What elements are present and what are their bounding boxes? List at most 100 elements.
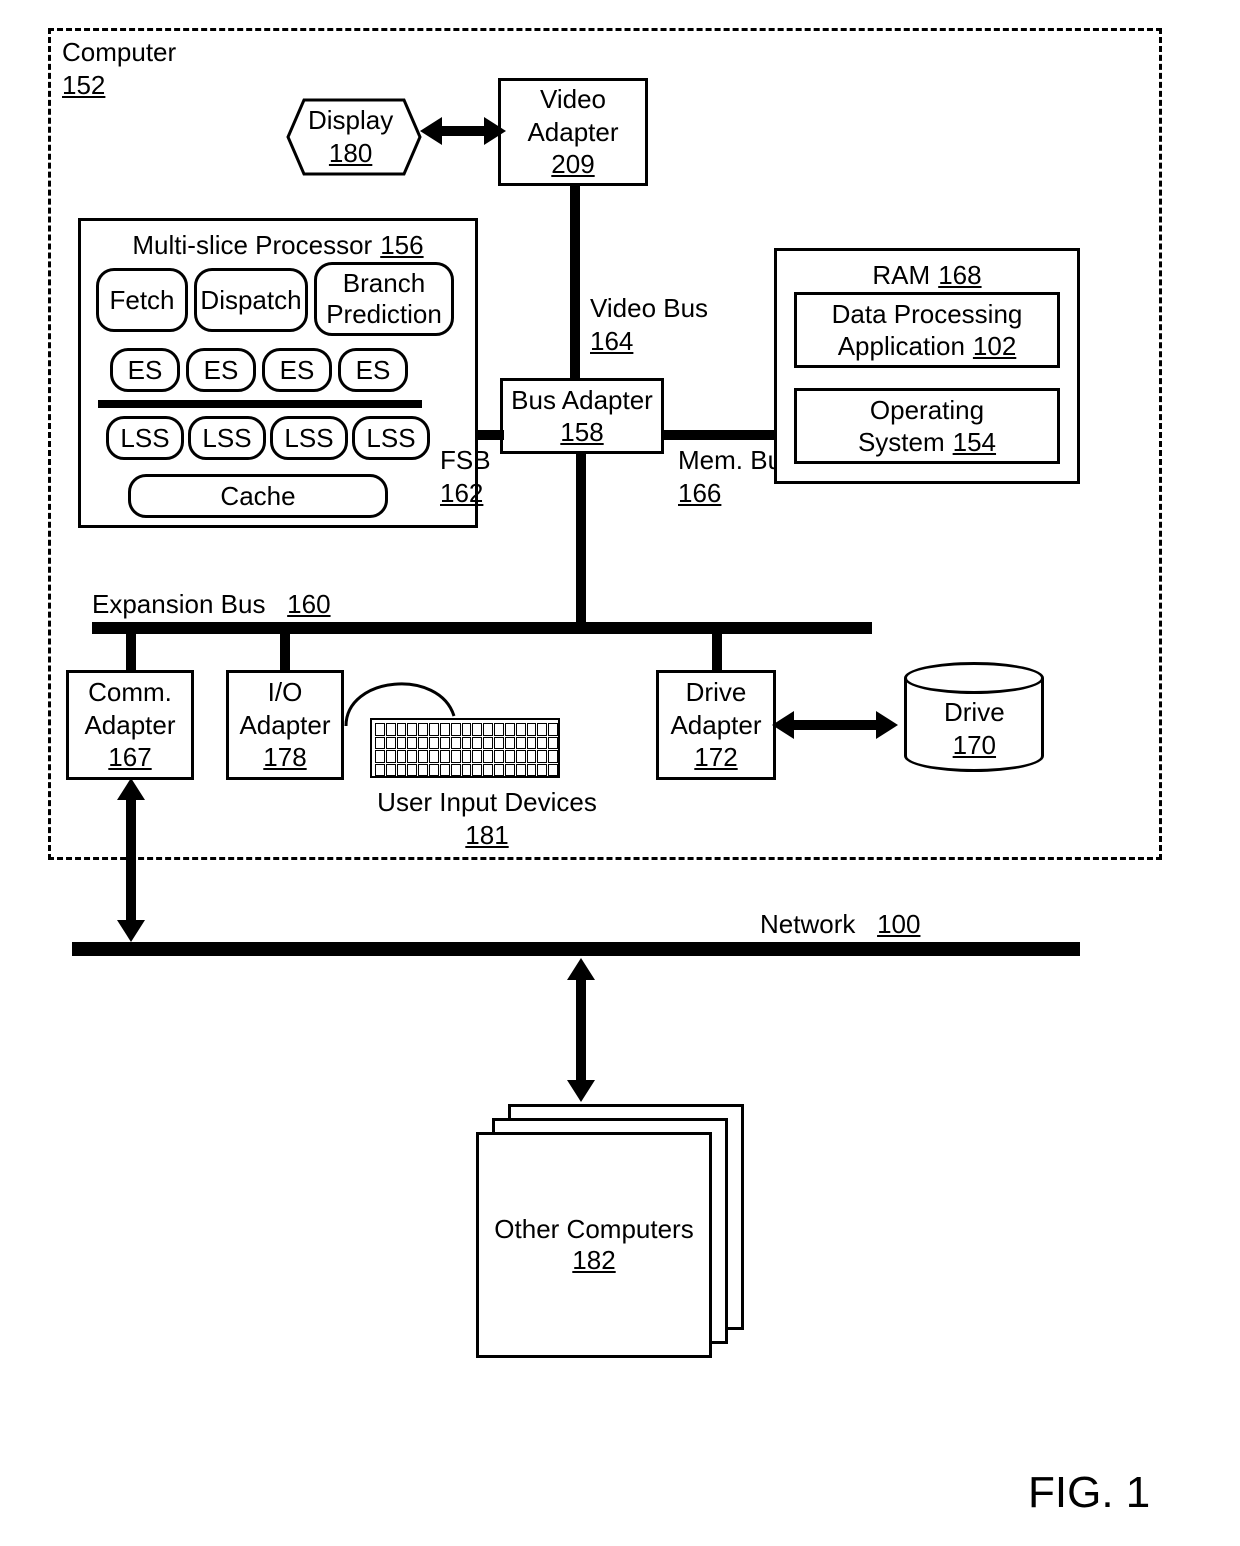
drive-top bbox=[904, 662, 1044, 694]
keyboard-key bbox=[462, 764, 472, 777]
keyboard-key bbox=[451, 723, 461, 736]
computer-ref: 152 bbox=[62, 70, 105, 100]
es-3-text: ES bbox=[280, 355, 315, 386]
keyboard-key bbox=[418, 723, 428, 736]
mem-bus-ref: 166 bbox=[678, 478, 721, 508]
keyboard-key bbox=[462, 750, 472, 763]
keyboard-key bbox=[397, 737, 407, 750]
keyboard-key bbox=[472, 737, 482, 750]
comm-adapter-block: Comm. Adapter 167 bbox=[66, 670, 194, 780]
keyboard-key bbox=[429, 723, 439, 736]
lss-3: LSS bbox=[270, 416, 348, 460]
drive-arrow-l bbox=[772, 711, 794, 739]
computer-text: Computer bbox=[62, 37, 176, 67]
video-adapter-ref: 209 bbox=[551, 148, 594, 181]
drop-drive bbox=[712, 634, 722, 670]
ram-app-block: Data Processing Application 102 bbox=[794, 292, 1060, 368]
bus-adapter-block: Bus Adapter 158 bbox=[500, 378, 664, 454]
drive-arrow-r bbox=[876, 711, 898, 739]
expbus-text: Expansion Bus bbox=[92, 589, 265, 619]
branch-l2: Prediction bbox=[326, 299, 442, 330]
comm-net-arrow-d bbox=[117, 920, 145, 942]
expbus-label: Expansion Bus 160 bbox=[92, 588, 331, 621]
es-4: ES bbox=[338, 348, 408, 392]
keyboard-key bbox=[537, 750, 547, 763]
keyboard-key bbox=[375, 737, 385, 750]
net-other-arrow-u bbox=[567, 958, 595, 980]
network-to-other bbox=[576, 976, 586, 1084]
es-3: ES bbox=[262, 348, 332, 392]
branch-l1: Branch bbox=[343, 268, 425, 299]
drive-bus bbox=[790, 720, 880, 730]
video-bus-text: Video Bus bbox=[590, 293, 708, 323]
keyboard-key bbox=[375, 764, 385, 777]
keyboard-key bbox=[527, 764, 537, 777]
video-adapter-block: Video Adapter 209 bbox=[498, 78, 648, 186]
keyboard-key bbox=[483, 764, 493, 777]
keyboard-key bbox=[494, 723, 504, 736]
expbus-ref: 160 bbox=[287, 589, 330, 619]
keyboard-key bbox=[494, 737, 504, 750]
fsb-text: FSB bbox=[440, 445, 491, 475]
keyboard-key bbox=[462, 723, 472, 736]
drive-text: Drive bbox=[944, 697, 1005, 727]
video-bus bbox=[570, 186, 580, 378]
expbus-bar bbox=[92, 622, 872, 634]
keyboard-key bbox=[440, 764, 450, 777]
keyboard-key bbox=[537, 737, 547, 750]
fetch-pill: Fetch bbox=[96, 268, 188, 332]
other-label: Other Computers bbox=[494, 1214, 693, 1245]
ram-app-l2: Application bbox=[838, 330, 965, 363]
ram-os-l2: System bbox=[858, 426, 945, 459]
keyboard-key bbox=[386, 737, 396, 750]
keyboard-key bbox=[505, 750, 515, 763]
video-adapter-l2: Adapter bbox=[527, 116, 618, 149]
keyboard-icon bbox=[370, 718, 560, 778]
network-bar bbox=[72, 942, 1080, 956]
drop-comm bbox=[126, 634, 136, 670]
keyboard-key bbox=[418, 764, 428, 777]
keyboard-key bbox=[472, 723, 482, 736]
io-ref: 178 bbox=[263, 741, 306, 774]
keyboard-key bbox=[472, 750, 482, 763]
keyboard-key bbox=[516, 764, 526, 777]
ram-os-l1: Operating bbox=[870, 394, 984, 427]
display-video-bus bbox=[440, 126, 488, 136]
keyboard-key bbox=[397, 723, 407, 736]
comm-l1: Comm. bbox=[88, 676, 172, 709]
es-1-text: ES bbox=[128, 355, 163, 386]
keyboard-key bbox=[548, 737, 558, 750]
keyboard-key bbox=[483, 723, 493, 736]
other-paper-1: Other Computers 182 bbox=[476, 1132, 712, 1358]
keyboard-key bbox=[429, 764, 439, 777]
keyboard-key bbox=[451, 750, 461, 763]
network-ref: 100 bbox=[877, 909, 920, 939]
keyboard-key bbox=[386, 750, 396, 763]
keyboard-key bbox=[397, 750, 407, 763]
keyboard-key bbox=[440, 737, 450, 750]
keyboard-key bbox=[462, 737, 472, 750]
keyboard-key bbox=[516, 750, 526, 763]
drive-adapter-l2: Adapter bbox=[670, 709, 761, 742]
dispatch-text: Dispatch bbox=[200, 285, 301, 316]
keyboard-key bbox=[440, 750, 450, 763]
es-4-text: ES bbox=[356, 355, 391, 386]
keyboard-key bbox=[451, 737, 461, 750]
drive-adapter-block: Drive Adapter 172 bbox=[656, 670, 776, 780]
lss-1: LSS bbox=[106, 416, 184, 460]
ram-os-ref: 154 bbox=[953, 426, 996, 459]
busadapter-to-expbus bbox=[576, 454, 586, 634]
comm-net-arrow-u bbox=[117, 778, 145, 800]
comm-ref: 167 bbox=[108, 741, 151, 774]
display-ref: 180 bbox=[329, 138, 372, 168]
keyboard-key bbox=[527, 723, 537, 736]
lss-3-text: LSS bbox=[284, 423, 333, 454]
keyboard-key bbox=[537, 723, 547, 736]
keyboard-key bbox=[537, 764, 547, 777]
lss-4: LSS bbox=[352, 416, 430, 460]
drive-adapter-l1: Drive bbox=[686, 676, 747, 709]
keyboard-key bbox=[505, 723, 515, 736]
branch-pill: Branch Prediction bbox=[314, 262, 454, 336]
ram-ref: 168 bbox=[938, 259, 981, 292]
video-adapter-l1: Video bbox=[540, 83, 606, 116]
